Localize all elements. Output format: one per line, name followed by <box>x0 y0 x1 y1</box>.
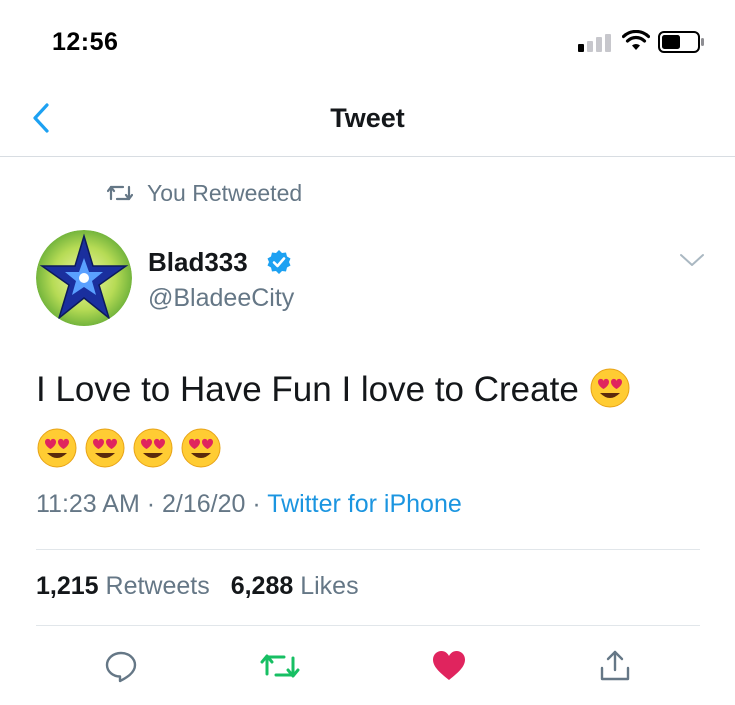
page-title: Tweet <box>330 103 405 133</box>
retweet-context-icon <box>107 185 133 201</box>
meta-separator: · <box>146 490 156 518</box>
verified-badge-icon <box>267 250 291 274</box>
stats-divider <box>36 625 700 626</box>
reply-icon[interactable] <box>103 648 139 684</box>
likes-label: Likes <box>300 572 359 600</box>
tweet-text: I Love to Have Fun I love to Create <box>36 362 686 474</box>
heart-eyes-emoji-icon <box>181 428 221 468</box>
heart-eyes-emoji-icon <box>37 428 77 468</box>
retweets-label: Retweets <box>105 572 210 600</box>
meta-separator: · <box>252 490 261 518</box>
tweet-meta: 11:23 AM · 2/16/20 · Twitter for iPhone <box>36 490 462 519</box>
retweets-stat[interactable]: 1,215 Retweets <box>36 572 210 600</box>
heart-eyes-emoji-icon <box>590 368 630 408</box>
tweet-source-link[interactable]: Twitter for iPhone <box>267 490 462 518</box>
author-display-name[interactable]: Blad333 <box>148 247 248 278</box>
retweets-count: 1,215 <box>36 572 99 600</box>
meta-divider <box>36 549 700 550</box>
author-handle[interactable]: @BladeeCity <box>148 284 294 313</box>
tweet-date: 2/16/20 <box>162 490 246 518</box>
retweet-icon[interactable] <box>259 648 301 684</box>
avatar-star-image <box>36 230 132 326</box>
avatar[interactable] <box>36 230 132 326</box>
chevron-down-icon[interactable] <box>678 250 706 270</box>
header-divider <box>0 156 735 157</box>
tweet-time: 11:23 AM <box>36 490 140 518</box>
likes-count: 6,288 <box>230 572 294 600</box>
likes-stat[interactable]: 6,288 Likes <box>231 572 359 600</box>
status-bar-time: 12:56 <box>52 28 119 56</box>
battery-icon <box>658 31 704 53</box>
wifi-icon <box>622 30 650 50</box>
emoji-row <box>36 427 222 469</box>
heart-eyes-emoji-icon <box>85 428 125 468</box>
heart-icon[interactable] <box>431 648 467 684</box>
tweet-stats: 1,215 Retweets 6,288 Likes <box>36 572 373 601</box>
cellular-signal-icon <box>578 34 611 52</box>
retweet-context-label: You Retweeted <box>147 180 303 206</box>
share-icon[interactable] <box>597 648 633 684</box>
heart-eyes-emoji-icon <box>133 428 173 468</box>
tweet-body: I Love to Have Fun I love to Create <box>36 370 579 409</box>
